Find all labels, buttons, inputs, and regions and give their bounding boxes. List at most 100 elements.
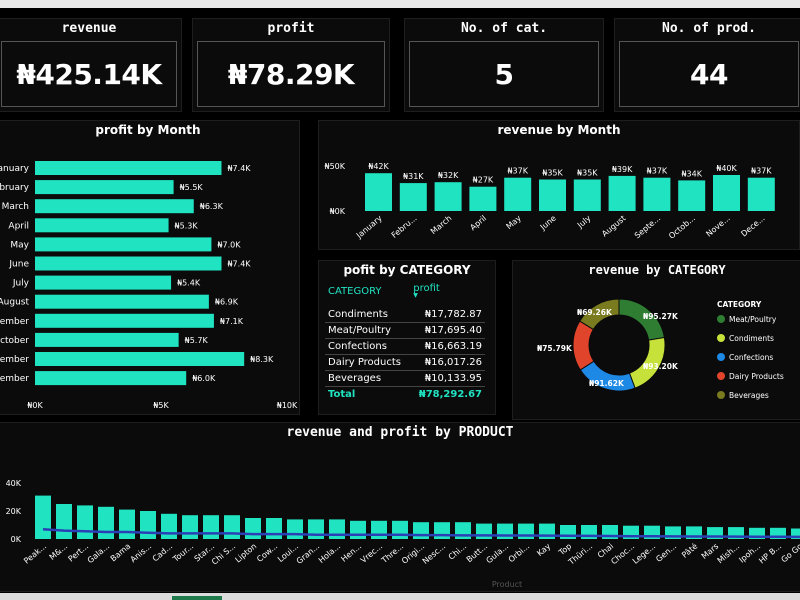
- bar-data-label: ₦34K: [681, 169, 702, 178]
- legend-item: Confections: [729, 353, 773, 362]
- x-tick-label: April: [468, 214, 488, 233]
- revenue-profit-by-product-chart[interactable]: revenue and profit by PRODUCT 40K 20K 0K Pe…: [0, 422, 800, 592]
- product-revenue-bar: [182, 515, 198, 539]
- x-tick-label: Gala...: [86, 542, 112, 566]
- y-tick-label: May: [10, 240, 29, 250]
- product-revenue-bar: [413, 522, 429, 539]
- profit-bar: [35, 218, 169, 233]
- product-revenue-bar: [245, 518, 261, 539]
- product-revenue-bar: [119, 509, 135, 539]
- kpi-value: 44: [690, 57, 728, 91]
- y-tick-label: January: [0, 164, 30, 174]
- profit-bar: [35, 275, 172, 290]
- revenue-bar: [504, 177, 532, 211]
- kpi-title: profit: [267, 21, 315, 36]
- legend-marker-icon: [717, 353, 725, 361]
- revenue-by-month-svg: ₦50K ₦0K ₦42K January ₦31K Febru... ₦32K March ₦…: [324, 162, 775, 241]
- profit-bar: [35, 161, 222, 175]
- product-revenue-bar: [308, 519, 324, 539]
- x-tick-label: M&...: [48, 542, 70, 562]
- y-tick-label: ember: [0, 355, 29, 365]
- table-row[interactable]: Confections ₦16,663.19: [325, 338, 485, 355]
- x-tick-label: Nove...: [704, 214, 731, 239]
- product-chart-svg: 40K20K0KPeak... M&...Pert...Gala...BamaAn…: [6, 479, 800, 589]
- x-tick-label: Lege...: [631, 542, 657, 566]
- x-tick-label: Bama: [109, 542, 133, 564]
- bar-data-label: ₦32K: [438, 171, 459, 180]
- kpi-products-card[interactable]: No. of prod. 44: [614, 18, 800, 112]
- legend-item: Dairy Products: [729, 372, 784, 381]
- kpi-value: ₦78.29K: [227, 57, 355, 91]
- revenue-bar: [678, 180, 706, 211]
- x-tick-label: Febru...: [390, 214, 419, 240]
- x-tick-label: Gran...: [295, 542, 322, 566]
- table-total-row: Total ₦78,292.67: [328, 389, 482, 400]
- revenue-bar: [365, 173, 392, 211]
- product-revenue-bar: [350, 520, 366, 539]
- product-revenue-bar: [98, 506, 114, 539]
- legend-marker-icon: [717, 315, 725, 323]
- legend-marker-icon: [717, 372, 725, 380]
- x-tick-label: Vrec...: [359, 542, 384, 565]
- x-tick-label: Octob...: [667, 214, 697, 241]
- y-tick-label: 0K: [11, 535, 22, 544]
- product-revenue-bar: [371, 520, 387, 539]
- active-sheet-tab[interactable]: [172, 596, 222, 600]
- product-revenue-bar: [392, 520, 408, 539]
- x-tick-label: Hola...: [317, 542, 342, 565]
- product-revenue-bar: [266, 518, 282, 539]
- bar-data-label: ₦39K: [612, 165, 633, 174]
- column-header-category[interactable]: CATEGORY: [325, 279, 410, 307]
- kpi-profit-card[interactable]: profit ₦78.29K: [192, 18, 390, 112]
- table-row[interactable]: Meat/Poultry ₦17,695.40: [325, 322, 485, 339]
- x-tick-label: Nesc...: [421, 542, 448, 566]
- y-tick-label: June: [8, 260, 29, 270]
- product-revenue-bar: [56, 504, 72, 539]
- bar-data-label: ₦40K: [716, 164, 737, 173]
- x-tick-label: Septe...: [633, 214, 662, 241]
- revenue-by-month-chart[interactable]: revenue by Month ₦50K ₦0K ₦42K January ₦31K F…: [318, 120, 800, 250]
- bar-data-label: ₦5.5K: [180, 183, 204, 192]
- x-tick-label: July: [575, 213, 593, 230]
- bar-data-label: ₦8.3K: [250, 355, 274, 364]
- bar-data-label: ₦7.4K: [227, 260, 251, 269]
- table-title: pofit by CATEGORY: [343, 263, 471, 277]
- table-row[interactable]: Dairy Products ₦16,017.26: [325, 354, 485, 371]
- profit-bar: [35, 352, 245, 366]
- profit-by-month-svg: ₦7.4K January ₦5.5K ebruary ₦6.3K March ₦5.3K A…: [0, 161, 298, 410]
- table-row[interactable]: Condiments ₦17,782.87: [325, 307, 485, 323]
- bar-data-label: ₦37K: [647, 167, 668, 176]
- revenue-bar: [399, 183, 427, 211]
- x-tick-label: ₦0K: [27, 401, 43, 410]
- legend-title: CATEGORY: [717, 300, 762, 309]
- x-tick-label: Anis...: [129, 542, 154, 565]
- product-revenue-bar: [161, 513, 177, 539]
- y-tick-label: ember: [0, 374, 29, 384]
- bar-data-label: ₦6.3K: [200, 202, 224, 211]
- kpi-categories-card[interactable]: No. of cat. 5: [404, 18, 604, 112]
- category-table: CATEGORY profit ▼ Condiments ₦17,782.87 Me…: [325, 279, 485, 402]
- bar-data-label: ₦6.0K: [192, 374, 216, 383]
- revenue-bar: [608, 175, 636, 211]
- legend-marker-icon: [717, 391, 725, 399]
- profit-by-month-chart[interactable]: profit by Month ₦7.4KJanuary₦5.5Kebruary…: [0, 120, 300, 415]
- profit-by-category-table[interactable]: pofit by CATEGORY CATEGORY profit ▼ Condi…: [318, 260, 496, 415]
- column-header-profit[interactable]: profit ▼: [410, 279, 485, 307]
- revenue-by-category-chart[interactable]: revenue by CATEGORY ₦95.27K ₦93.20K ₦91.62…: [512, 260, 800, 420]
- kpi-revenue-card[interactable]: revenue ₦425.14K: [0, 18, 182, 112]
- x-tick-label: Cow...: [255, 542, 279, 564]
- kpi-value: ₦425.14K: [16, 57, 162, 91]
- kpi-title: No. of cat.: [460, 21, 548, 36]
- revenue-bar: [747, 177, 775, 211]
- x-tick-label: ₦5K: [153, 401, 169, 410]
- revenue-by-category-svg: ₦95.27K ₦93.20K ₦91.62K ₦75.79K ₦69.26K CATEG…: [537, 298, 784, 400]
- profit-bar: [35, 371, 187, 386]
- table-row[interactable]: Beverages ₦10,133.95: [325, 370, 485, 387]
- legend-item: Meat/Poultry: [729, 315, 777, 324]
- y-tick-label: August: [0, 298, 29, 308]
- bar-data-label: ₦37K: [507, 167, 528, 176]
- x-tick-label: Choc...: [609, 542, 636, 567]
- x-tick-label: August: [600, 214, 627, 239]
- profit-bar: [35, 256, 222, 271]
- product-revenue-bar: [77, 505, 93, 539]
